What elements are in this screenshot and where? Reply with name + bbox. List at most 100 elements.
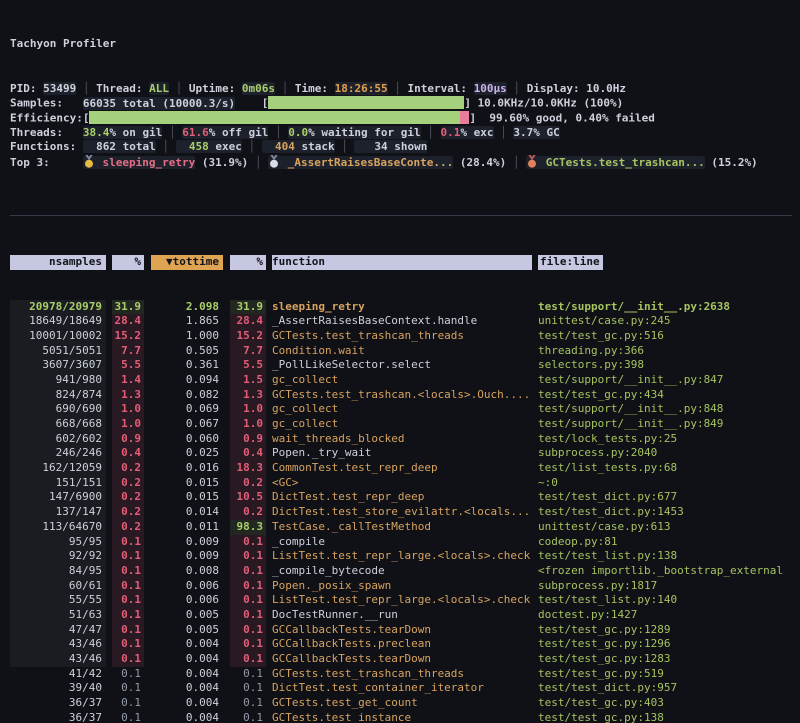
file-line-cell: <frozen importlib._bootstrap_external	[538, 564, 800, 579]
pid-line-seg-2: │	[76, 82, 96, 95]
table-row[interactable]: 47/470.10.0050.1GCCallbackTests.tearDown…	[10, 623, 800, 638]
terminal-screen: Tachyon Profiler PID: 53499 │ Thread: AL…	[0, 0, 800, 723]
nsamples-cell: 3607/3607	[10, 358, 106, 373]
functions-line-seg-4: │	[242, 140, 262, 153]
nsamples-cell: 95/95	[10, 535, 106, 550]
table-row[interactable]: 43/460.10.0040.1GCCallbackTests.preclean…	[10, 637, 800, 652]
pct-direct-cell: 0.2	[112, 461, 144, 476]
column-header-nsamples[interactable]: nsamples	[10, 255, 106, 270]
pct-direct-cell: 1.0	[112, 417, 144, 432]
table-row[interactable]: 668/6681.00.0671.0gc_collecttest/support…	[10, 417, 800, 432]
table-row[interactable]: 113/646700.20.01198.3TestCase._callTestM…	[10, 520, 800, 535]
tottime-cell: 0.094	[151, 373, 223, 388]
pct-direct-cell: 28.4	[112, 314, 144, 329]
pct-cumulative-cell: 0.1	[230, 579, 266, 594]
table-row[interactable]: 92/920.10.0090.1ListTest.test_repr_large…	[10, 549, 800, 564]
column-header-function[interactable]: function	[272, 255, 532, 270]
samples-line-seg-0: Samples:	[10, 97, 83, 110]
table-row[interactable]: 162/120590.20.01618.3CommonTest.test_rep…	[10, 461, 800, 476]
table-row[interactable]: 51/630.10.0050.1DocTestRunner.__rundocte…	[10, 608, 800, 623]
function-cell: _PollLikeSelector.select	[272, 358, 532, 373]
table-row[interactable]: 41/420.10.0040.1GCTests.test_trashcan_th…	[10, 667, 800, 682]
top1-entry: sleeping_retry	[83, 156, 195, 169]
table-row[interactable]: 20978/2097931.92.09831.9sleeping_retryte…	[10, 300, 800, 315]
column-header-file-line[interactable]: file:line	[538, 255, 800, 270]
pid-value: 53499	[43, 82, 76, 95]
table-row[interactable]: 43/460.10.0040.1GCCallbackTests.tearDown…	[10, 652, 800, 667]
file-line-cell: test/test_dict.py:677	[538, 490, 800, 505]
off-gil-stat: 61.6% off gil	[182, 126, 268, 139]
file-line-cell: test/test_gc.py:138	[538, 711, 800, 723]
table-row[interactable]: 147/69000.20.01510.5DictTest.test_repr_d…	[10, 490, 800, 505]
table-row[interactable]: 84/950.10.0080.1_compile_bytecode<frozen…	[10, 564, 800, 579]
pct-direct-cell: 0.9	[112, 432, 144, 447]
column-header-tottime[interactable]: ▼tottime	[151, 255, 223, 270]
table-row[interactable]: 55/550.10.0060.1ListTest.test_repr_large…	[10, 593, 800, 608]
table-row[interactable]: 18649/1864928.41.86528.4_AssertRaisesBas…	[10, 314, 800, 329]
pct-direct-cell: 0.1	[112, 535, 144, 550]
table-row[interactable]: 36/370.10.0040.1GCTests.test_instancetes…	[10, 711, 800, 723]
column-header-pct-direct[interactable]: %	[112, 255, 144, 270]
pct-cumulative-cell: 0.1	[230, 681, 266, 696]
table-row[interactable]: 602/6020.90.0600.9wait_threads_blockedte…	[10, 432, 800, 447]
pct-cumulative-cell: 0.1	[230, 564, 266, 579]
file-line-cell: test/list_tests.py:68	[538, 461, 800, 476]
tottime-cell: 2.098	[151, 300, 223, 315]
nsamples-cell: 602/602	[10, 432, 106, 447]
table-row[interactable]: 39/400.10.0040.1DictTest.test_container_…	[10, 681, 800, 696]
table-row[interactable]: 95/950.10.0090.1_compilecodeop.py:81	[10, 535, 800, 550]
uptime-value: 0m06s	[242, 82, 275, 95]
tottime-cell: 0.361	[151, 358, 223, 373]
thread-value: ALL	[149, 82, 169, 95]
tottime-cell: 1.000	[151, 329, 223, 344]
pct-cumulative-cell: 28.4	[230, 314, 266, 329]
pct-cumulative-cell: 0.1	[230, 667, 266, 682]
tottime-cell: 1.865	[151, 314, 223, 329]
threads-line-seg-8: │	[494, 126, 514, 139]
pid-line-seg-6: Uptime:	[189, 82, 242, 95]
functions-line: Functions: 862 total │ 458 exec │ 404 st…	[10, 140, 800, 155]
function-cell: _compile	[272, 535, 532, 550]
file-line-cell: test/support/__init__.py:849	[538, 417, 800, 432]
silver-medal-icon	[268, 155, 281, 171]
nsamples-cell: 690/690	[10, 402, 106, 417]
table-row[interactable]: 60/610.10.0060.1Popen._posix_spawnsubpro…	[10, 579, 800, 594]
pct-cumulative-cell: 15.2	[230, 329, 266, 344]
nsamples-cell: 147/6900	[10, 490, 106, 505]
table-row[interactable]: 151/1510.20.0150.2<GC>~:0	[10, 476, 800, 491]
function-cell: DictTest.test_store_evilattr.<locals...	[272, 505, 532, 520]
column-header-pct-cumulative[interactable]: %	[230, 255, 266, 270]
nsamples-cell: 41/42	[10, 667, 106, 682]
pct-direct-cell: 0.1	[112, 652, 144, 667]
tottime-cell: 0.015	[151, 476, 223, 491]
pct-direct-cell: 0.1	[112, 667, 144, 682]
top2-entry: _AssertRaisesBaseConte...	[268, 156, 453, 169]
table-row[interactable]: 137/1470.20.0140.2DictTest.test_store_ev…	[10, 505, 800, 520]
gold-medal-icon	[83, 155, 96, 171]
nsamples-cell: 60/61	[10, 579, 106, 594]
tottime-cell: 0.505	[151, 344, 223, 359]
table-row[interactable]: 246/2460.40.0250.4Popen._try_waitsubproc…	[10, 446, 800, 461]
table-row[interactable]: 3607/36075.50.3615.5_PollLikeSelector.se…	[10, 358, 800, 373]
pct-direct-cell: 0.1	[112, 696, 144, 711]
nsamples-cell: 43/46	[10, 652, 106, 667]
table-row[interactable]: 941/9801.40.0941.5gc_collecttest/support…	[10, 373, 800, 388]
table-row[interactable]: 690/6901.00.0691.0gc_collecttest/support…	[10, 402, 800, 417]
pct-cumulative-cell: 18.3	[230, 461, 266, 476]
pct-cumulative-cell: 0.1	[230, 623, 266, 638]
file-line-cell: test/lock_tests.py:25	[538, 432, 800, 447]
table-row[interactable]: 5051/50517.70.5057.7Condition.waitthread…	[10, 344, 800, 359]
interval-value: 100µs	[474, 82, 507, 95]
table-row[interactable]: 36/370.10.0040.1GCTests.test_get_countte…	[10, 696, 800, 711]
nsamples-cell: 5051/5051	[10, 344, 106, 359]
pct-direct-cell: 0.4	[112, 446, 144, 461]
table-row[interactable]: 824/8741.30.0821.3GCTests.test_trashcan.…	[10, 388, 800, 403]
threads-line-seg-4: │	[268, 126, 288, 139]
pct-direct-cell: 5.5	[112, 358, 144, 373]
tottime-cell: 0.004	[151, 696, 223, 711]
function-cell: GCCallbackTests.tearDown	[272, 623, 532, 638]
pct-direct-cell: 0.1	[112, 711, 144, 723]
table-row[interactable]: 10001/1000215.21.00015.2GCTests.test_tra…	[10, 329, 800, 344]
nsamples-cell: 55/55	[10, 593, 106, 608]
pct-direct-cell: 0.2	[112, 505, 144, 520]
